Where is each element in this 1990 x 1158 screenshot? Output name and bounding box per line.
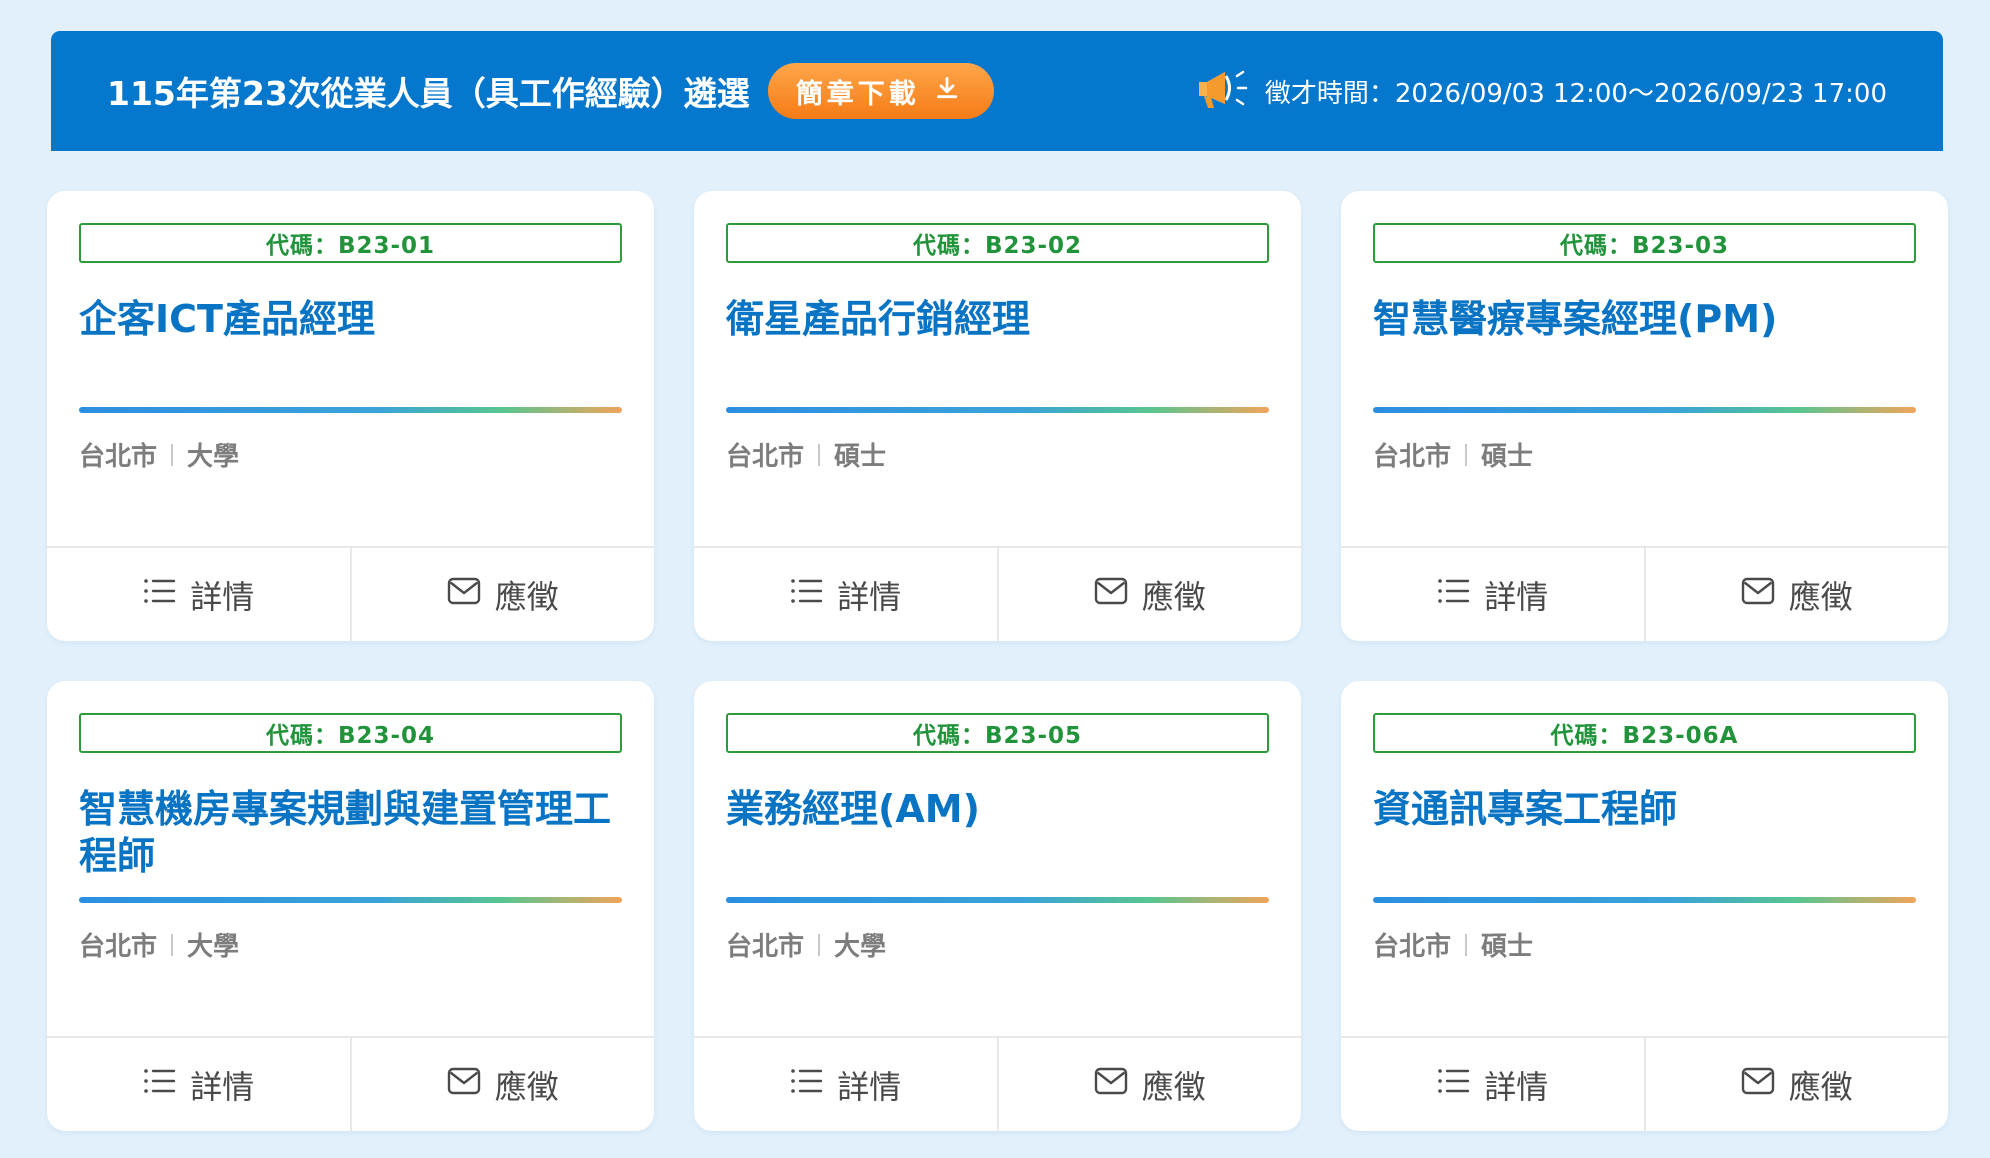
- card-actions: 詳情 應徵: [47, 1036, 654, 1131]
- job-title[interactable]: 業務經理(AM): [726, 786, 1286, 833]
- detail-label: 詳情: [190, 577, 255, 616]
- job-code-badge: 代碼：B23-02: [726, 223, 1269, 263]
- apply-label: 應徵: [1141, 1067, 1206, 1106]
- download-button-label: 簡章下載: [795, 78, 920, 110]
- job-location: 台北市: [79, 932, 158, 962]
- job-grid: 代碼：B23-01 企客ICT產品經理 台北市 大學 詳情 應徵 代碼：B23-…: [47, 191, 1948, 1131]
- meta-separator: [1465, 443, 1468, 466]
- list-icon: [1436, 576, 1470, 614]
- list-icon: [789, 1066, 823, 1104]
- card-actions: 詳情 應徵: [1341, 1036, 1948, 1131]
- apply-button[interactable]: 應徵: [1643, 1038, 1949, 1131]
- megaphone-icon: [1193, 66, 1255, 116]
- meta-separator: [1465, 933, 1468, 956]
- job-location: 台北市: [1373, 442, 1452, 472]
- detail-label: 詳情: [837, 1067, 902, 1106]
- job-title[interactable]: 智慧醫療專案經理(PM): [1373, 296, 1933, 343]
- job-location: 台北市: [726, 442, 805, 472]
- recruit-time-text: 徵才時間：2026/09/03 12:00～2026/09/23 17:00: [1264, 78, 1887, 109]
- job-location: 台北市: [1373, 932, 1452, 962]
- job-card: 代碼：B23-01 企客ICT產品經理 台北市 大學 詳情 應徵: [47, 191, 654, 641]
- apply-label: 應徵: [1788, 577, 1853, 616]
- detail-label: 詳情: [837, 577, 902, 616]
- mail-icon: [447, 576, 481, 614]
- detail-button[interactable]: 詳情: [694, 548, 997, 641]
- list-icon: [142, 1066, 176, 1104]
- job-education: 碩士: [1481, 442, 1534, 472]
- job-education: 碩士: [834, 442, 887, 472]
- download-brochure-button[interactable]: 簡章下載: [767, 63, 994, 119]
- job-meta: 台北市 碩士: [1373, 926, 1533, 963]
- job-code-badge: 代碼：B23-05: [726, 713, 1269, 753]
- mail-icon: [1741, 1066, 1775, 1104]
- list-icon: [789, 576, 823, 614]
- card-actions: 詳情 應徵: [47, 546, 654, 641]
- meta-separator: [818, 933, 821, 956]
- divider: [726, 897, 1269, 903]
- apply-button[interactable]: 應徵: [1643, 548, 1949, 641]
- detail-button[interactable]: 詳情: [1341, 548, 1644, 641]
- meta-separator: [171, 933, 174, 956]
- job-card: 代碼：B23-05 業務經理(AM) 台北市 大學 詳情 應徵: [694, 681, 1301, 1131]
- divider: [726, 407, 1269, 413]
- detail-label: 詳情: [1484, 1067, 1549, 1106]
- meta-separator: [818, 443, 821, 466]
- mail-icon: [1094, 1066, 1128, 1104]
- job-code-badge: 代碼：B23-04: [79, 713, 622, 753]
- detail-label: 詳情: [1484, 577, 1549, 616]
- job-title[interactable]: 資通訊專案工程師: [1373, 786, 1933, 833]
- job-education: 碩士: [1481, 932, 1534, 962]
- job-meta: 台北市 大學: [79, 436, 239, 473]
- apply-label: 應徵: [1788, 1067, 1853, 1106]
- mail-icon: [1094, 576, 1128, 614]
- job-location: 台北市: [79, 442, 158, 472]
- detail-button[interactable]: 詳情: [47, 1038, 350, 1131]
- apply-button[interactable]: 應徵: [996, 548, 1302, 641]
- job-code-badge: 代碼：B23-03: [1373, 223, 1916, 263]
- detail-button[interactable]: 詳情: [47, 548, 350, 641]
- job-location: 台北市: [726, 932, 805, 962]
- apply-label: 應徵: [494, 577, 559, 616]
- job-education: 大學: [187, 442, 240, 472]
- card-actions: 詳情 應徵: [694, 546, 1301, 641]
- job-meta: 台北市 大學: [79, 926, 239, 963]
- mail-icon: [447, 1066, 481, 1104]
- job-code-badge: 代碼：B23-01: [79, 223, 622, 263]
- job-card: 代碼：B23-02 衛星產品行銷經理 台北市 碩士 詳情 應徵: [694, 191, 1301, 641]
- page-title: 115年第23次從業人員（具工作經驗）遴選: [107, 74, 750, 113]
- job-card: 代碼：B23-04 智慧機房專案規劃與建置管理工程師 台北市 大學 詳情 應徵: [47, 681, 654, 1131]
- apply-label: 應徵: [1141, 577, 1206, 616]
- job-title[interactable]: 智慧機房專案規劃與建置管理工程師: [79, 786, 639, 880]
- divider: [79, 407, 622, 413]
- job-education: 大學: [187, 932, 240, 962]
- page-header: 115年第23次從業人員（具工作經驗）遴選 簡章下載 徵才時間：2026/09/…: [51, 31, 1943, 151]
- list-icon: [1436, 1066, 1470, 1104]
- card-actions: 詳情 應徵: [1341, 546, 1948, 641]
- detail-button[interactable]: 詳情: [1341, 1038, 1644, 1131]
- recruit-period: 徵才時間：2026/09/03 12:00～2026/09/23 17:00: [1193, 66, 1887, 116]
- list-icon: [142, 576, 176, 614]
- detail-button[interactable]: 詳情: [694, 1038, 997, 1131]
- meta-separator: [171, 443, 174, 466]
- divider: [1373, 897, 1916, 903]
- job-code-badge: 代碼：B23-06A: [1373, 713, 1916, 753]
- divider: [79, 897, 622, 903]
- job-card: 代碼：B23-06A 資通訊專案工程師 台北市 碩士 詳情 應徵: [1341, 681, 1948, 1131]
- job-card: 代碼：B23-03 智慧醫療專案經理(PM) 台北市 碩士 詳情 應徵: [1341, 191, 1948, 641]
- job-meta: 台北市 碩士: [1373, 436, 1533, 473]
- apply-button[interactable]: 應徵: [349, 548, 655, 641]
- divider: [1373, 407, 1916, 413]
- card-actions: 詳情 應徵: [694, 1036, 1301, 1131]
- mail-icon: [1741, 576, 1775, 614]
- job-title[interactable]: 企客ICT產品經理: [79, 296, 639, 343]
- apply-button[interactable]: 應徵: [349, 1038, 655, 1131]
- download-icon: [934, 75, 960, 108]
- job-meta: 台北市 大學: [726, 926, 886, 963]
- apply-button[interactable]: 應徵: [996, 1038, 1302, 1131]
- job-meta: 台北市 碩士: [726, 436, 886, 473]
- job-education: 大學: [834, 932, 887, 962]
- job-title[interactable]: 衛星產品行銷經理: [726, 296, 1286, 343]
- apply-label: 應徵: [494, 1067, 559, 1106]
- detail-label: 詳情: [190, 1067, 255, 1106]
